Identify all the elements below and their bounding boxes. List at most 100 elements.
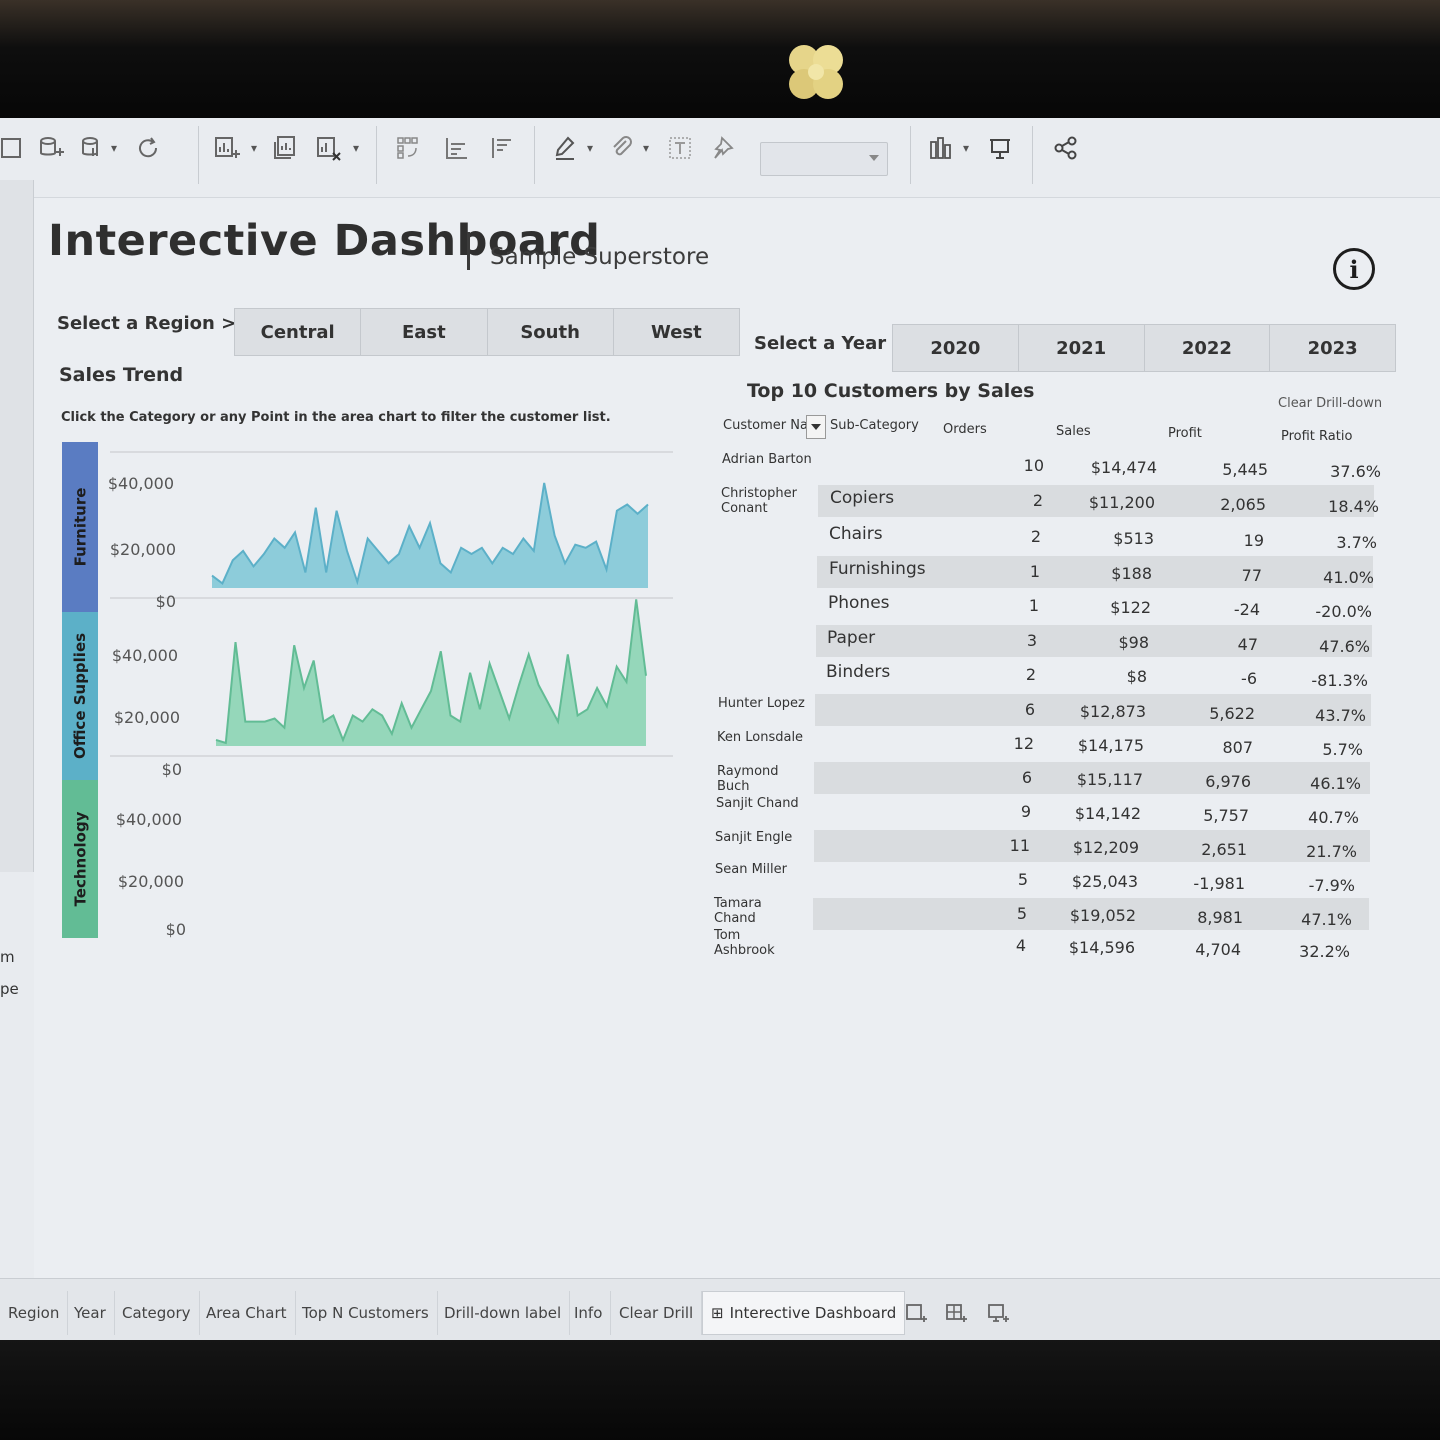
orders-cell: 2: [1025, 665, 1036, 684]
pin-icon[interactable]: [704, 128, 744, 168]
duplicate-icon[interactable]: [266, 128, 306, 168]
customer-name[interactable]: Hunter Lopez: [718, 696, 808, 711]
customer-name[interactable]: Tamara Chand: [714, 896, 804, 926]
region-option-central[interactable]: Central: [235, 309, 362, 355]
sheet-tab-clear-drill[interactable]: Clear Drill: [611, 1291, 703, 1335]
customer-name[interactable]: Sanjit Chand: [716, 796, 806, 811]
sales-cell: $14,474: [1090, 458, 1157, 477]
sheet-tab-top-n-customers[interactable]: Top N Customers: [294, 1291, 438, 1335]
sheet-tab-year[interactable]: Year: [66, 1291, 115, 1335]
category-furniture[interactable]: Furniture: [62, 442, 98, 612]
clover-sticker: [789, 45, 843, 99]
sheet-tab-drill-down-label[interactable]: Drill-down label: [436, 1291, 571, 1335]
chevron-down-icon[interactable]: ▾: [636, 128, 656, 168]
region-filter: Central East South West: [234, 308, 740, 356]
chevron-down-icon[interactable]: ▾: [244, 128, 264, 168]
chevron-down-icon[interactable]: ▾: [104, 128, 124, 168]
orders-cell: 1: [1029, 562, 1040, 581]
customer-name[interactable]: Sean Miller: [715, 862, 805, 877]
info-icon[interactable]: i: [1333, 248, 1375, 290]
year-option-2021[interactable]: 2021: [1019, 325, 1145, 371]
column-header-profit-ratio[interactable]: Profit Ratio: [1281, 429, 1352, 444]
region-option-west[interactable]: West: [614, 309, 739, 355]
area-series-office-supplies[interactable]: [212, 482, 648, 588]
sub-category-cell[interactable]: Phones: [828, 593, 890, 613]
profit-cell: 6,976: [1205, 772, 1251, 791]
year-option-2022[interactable]: 2022: [1145, 325, 1271, 371]
category-technology[interactable]: Technology: [62, 780, 98, 938]
new-worksheet-icon[interactable]: [206, 128, 246, 168]
sheet-tab-label: Interective Dashboard: [729, 1304, 897, 1322]
customer-name[interactable]: Ken Lonsdale: [717, 730, 807, 745]
profit-ratio-cell: 5.7%: [1322, 740, 1363, 759]
customer-dropdown-button[interactable]: [806, 415, 826, 439]
year-option-2023[interactable]: 2023: [1270, 325, 1395, 371]
pane-fragment: m: [0, 948, 15, 966]
sales-cell: $188: [1111, 564, 1152, 583]
profit-cell: 8,981: [1197, 908, 1243, 927]
new-story-icon[interactable]: [986, 1301, 1010, 1325]
sub-category-cell[interactable]: Chairs: [829, 524, 883, 544]
region-option-south[interactable]: South: [488, 309, 614, 355]
sheet-tab-category[interactable]: Category: [114, 1291, 200, 1335]
clear-sheet-icon[interactable]: [308, 128, 348, 168]
orders-cell: 5: [1016, 904, 1027, 923]
category-office-supplies[interactable]: Office Supplies: [62, 612, 98, 780]
chevron-down-icon[interactable]: ▾: [956, 128, 976, 168]
region-option-east[interactable]: East: [361, 309, 488, 355]
chevron-down-icon[interactable]: ▾: [346, 128, 366, 168]
y-tick-label: $40,000: [115, 810, 182, 829]
customer-name[interactable]: Raymond Buch: [717, 764, 807, 794]
customer-name[interactable]: Tom Ashbrook: [714, 928, 804, 958]
data-pane-edge: [0, 180, 34, 872]
y-tick-label: $40,000: [111, 646, 178, 665]
customer-name[interactable]: Adrian Barton: [722, 452, 812, 467]
profit-cell: 2,065: [1220, 495, 1266, 514]
column-header-orders[interactable]: Orders: [943, 422, 987, 437]
profit-cell: 4,704: [1195, 940, 1241, 959]
profit-cell: -24: [1233, 600, 1260, 619]
profit-ratio-cell: 47.6%: [1319, 637, 1370, 656]
profit-ratio-cell: 3.7%: [1336, 533, 1377, 552]
sheet-tab-interective-dashboard[interactable]: ⊞ Interective Dashboard: [702, 1291, 906, 1335]
new-data-source-icon[interactable]: [30, 128, 70, 168]
customer-name[interactable]: Christopher Conant: [721, 486, 811, 516]
sub-category-cell[interactable]: Binders: [826, 662, 890, 682]
sub-category-cell[interactable]: Copiers: [830, 488, 894, 508]
column-header-sales[interactable]: Sales: [1056, 424, 1091, 439]
customer-name[interactable]: Sanjit Engle: [715, 830, 805, 845]
sales-cell: $12,873: [1079, 702, 1146, 721]
fit-dropdown[interactable]: [760, 142, 888, 176]
sub-category-cell[interactable]: Paper: [827, 628, 875, 648]
sub-category-cell[interactable]: Furnishings: [829, 559, 926, 579]
top-customers-title: Top 10 Customers by Sales: [747, 380, 1035, 402]
sheet-tab-info[interactable]: Info: [566, 1291, 612, 1335]
profit-cell: 5,757: [1203, 806, 1249, 825]
sales-cell: $14,175: [1077, 736, 1144, 755]
sort-ascending-icon[interactable]: [436, 128, 476, 168]
y-tick-label: $0: [165, 920, 186, 939]
refresh-icon[interactable]: [128, 128, 168, 168]
year-option-2020[interactable]: 2020: [893, 325, 1019, 371]
year-filter-label: Select a Year >: [754, 333, 908, 354]
region-filter-label: Select a Region >: [57, 313, 237, 334]
orders-cell: 5: [1017, 870, 1028, 889]
year-filter: 2020 2021 2022 2023: [892, 324, 1396, 372]
text-label-icon[interactable]: [660, 128, 700, 168]
save-icon[interactable]: [0, 128, 32, 168]
new-dashboard-icon[interactable]: [944, 1301, 968, 1325]
sheet-tab-region[interactable]: Region: [0, 1291, 69, 1335]
sales-cell: $8: [1126, 667, 1147, 686]
sort-descending-icon[interactable]: [482, 128, 522, 168]
sheet-tab-area-chart[interactable]: Area Chart: [198, 1291, 296, 1335]
share-icon[interactable]: [1046, 128, 1086, 168]
new-worksheet-icon[interactable]: [904, 1301, 928, 1325]
sales-cell: $14,596: [1068, 938, 1135, 957]
column-header-profit[interactable]: Profit: [1168, 426, 1202, 441]
column-header-sub-category[interactable]: Sub-Category: [830, 418, 919, 433]
chevron-down-icon[interactable]: ▾: [580, 128, 600, 168]
presentation-icon[interactable]: [980, 128, 1020, 168]
category-label: Technology: [71, 811, 89, 907]
swap-icon[interactable]: [388, 128, 428, 168]
clear-drill-down-link[interactable]: Clear Drill-down: [1278, 396, 1382, 411]
